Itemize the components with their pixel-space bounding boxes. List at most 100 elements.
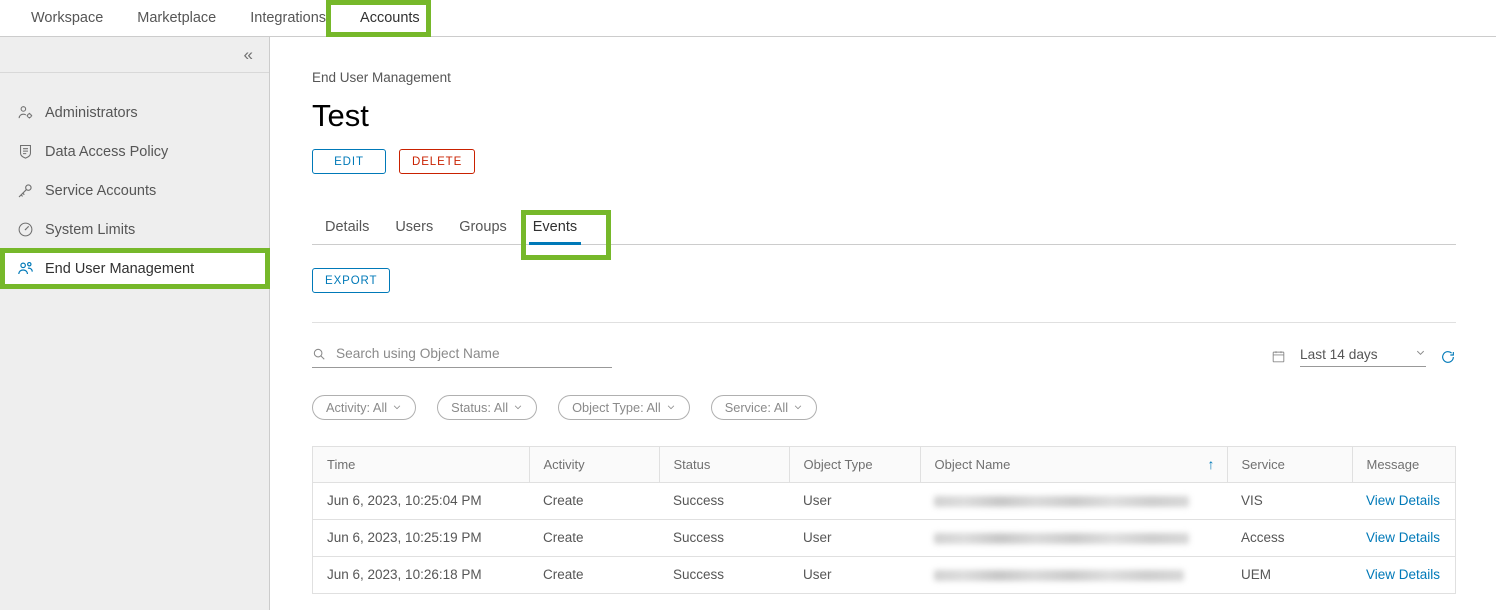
sidebar-item-service-accounts[interactable]: Service Accounts — [0, 171, 269, 210]
cell-activity: Create — [529, 556, 659, 594]
topnav-item-accounts[interactable]: Accounts — [343, 0, 437, 36]
column-label: Message — [1366, 456, 1420, 472]
cell-service: Access — [1227, 519, 1352, 557]
refresh-icon[interactable] — [1440, 349, 1456, 365]
chevron-down-icon — [1415, 347, 1426, 361]
view-details-link[interactable]: View Details — [1366, 530, 1440, 545]
table-row[interactable]: Jun 6, 2023, 10:25:04 PM Create Success … — [313, 482, 1455, 520]
cell-object-name-redacted — [920, 519, 1227, 557]
view-details-link[interactable]: View Details — [1366, 567, 1440, 582]
tab-details[interactable]: Details — [312, 219, 382, 244]
column-header-object-type[interactable]: Object Type — [788, 447, 920, 483]
tab-bar: Details Users Groups Events — [312, 210, 1456, 246]
topnav-item-integrations[interactable]: Integrations — [233, 0, 343, 36]
cell-status: Success — [659, 482, 789, 520]
page-action-buttons: EDIT DELETE — [312, 149, 1456, 175]
sort-ascending-icon[interactable]: ↑ — [1208, 456, 1215, 472]
cell-object-type: User — [789, 482, 920, 520]
cell-message: View Details — [1352, 519, 1455, 557]
gauge-icon — [14, 220, 36, 240]
sidebar-item-label: Service Accounts — [45, 182, 157, 199]
sidebar-item-end-user-management[interactable]: End User Management — [0, 249, 269, 288]
search-input[interactable] — [334, 345, 612, 363]
column-header-status[interactable]: Status — [658, 447, 789, 483]
sidebar-item-list: Administrators Data Access Policy Servic… — [0, 73, 269, 288]
search-box[interactable] — [312, 345, 612, 369]
table-row[interactable]: Jun 6, 2023, 10:25:19 PM Create Success … — [313, 519, 1455, 557]
filter-chip-service[interactable]: Service: All — [710, 395, 818, 421]
breadcrumb: End User Management — [312, 70, 451, 85]
column-header-object-name[interactable]: Object Name ↑ — [919, 447, 1227, 483]
filter-chip-activity[interactable]: Activity: All — [312, 395, 417, 421]
edit-button[interactable]: EDIT — [312, 149, 386, 175]
cell-time: Jun 6, 2023, 10:25:19 PM — [313, 519, 529, 557]
search-icon — [312, 347, 326, 361]
key-icon — [14, 181, 36, 201]
cell-message: View Details — [1352, 556, 1455, 594]
filter-chip-label: Status: All — [451, 400, 509, 416]
sidebar-item-label: Administrators — [45, 104, 138, 121]
column-header-activity[interactable]: Activity — [528, 447, 659, 483]
chevron-down-icon — [392, 400, 402, 415]
cell-activity: Create — [529, 482, 659, 520]
date-range-value: Last 14 days — [1300, 346, 1378, 362]
calendar-icon[interactable] — [1271, 349, 1286, 364]
filter-chip-object-type[interactable]: Object Type: All — [558, 395, 690, 421]
cell-status: Success — [659, 556, 789, 594]
column-label: Object Type — [803, 456, 873, 472]
sidebar-item-label: End User Management — [45, 260, 195, 277]
table-row[interactable]: Jun 6, 2023, 10:26:18 PM Create Success … — [313, 556, 1455, 594]
filter-chip-status[interactable]: Status: All — [437, 395, 538, 421]
cell-activity: Create — [529, 519, 659, 557]
column-header-message[interactable]: Message — [1351, 447, 1455, 483]
users-group-icon — [14, 259, 36, 279]
collapse-sidebar-icon[interactable]: « — [244, 46, 254, 63]
page-title: Test — [312, 98, 369, 133]
cell-service: VIS — [1227, 482, 1352, 520]
export-button[interactable]: EXPORT — [312, 268, 391, 294]
sidebar: « Administrators Data Access Policy Serv… — [0, 37, 270, 610]
date-range-control: Last 14 days — [1271, 347, 1456, 367]
cell-object-type: User — [789, 556, 920, 594]
cell-status: Success — [659, 519, 789, 557]
sidebar-item-label: Data Access Policy — [45, 143, 169, 160]
date-range-select[interactable]: Last 14 days — [1300, 347, 1426, 367]
events-table: Time Activity Status Object Type Object … — [312, 446, 1456, 594]
sidebar-item-data-access-policy[interactable]: Data Access Policy — [0, 132, 269, 171]
column-label: Object Name — [934, 456, 1011, 472]
user-gear-icon — [14, 103, 36, 123]
sidebar-item-administrators[interactable]: Administrators — [0, 93, 269, 132]
cell-time: Jun 6, 2023, 10:25:04 PM — [313, 482, 529, 520]
cell-object-name-redacted — [920, 482, 1227, 520]
sidebar-header: « — [0, 37, 269, 73]
cell-service: UEM — [1227, 556, 1352, 594]
shield-document-icon — [14, 142, 36, 162]
cell-message: View Details — [1352, 482, 1455, 520]
column-header-service[interactable]: Service — [1226, 447, 1352, 483]
top-navigation: Workspace Marketplace Integrations Accou… — [0, 0, 1496, 37]
cell-object-type: User — [789, 519, 920, 557]
chevron-down-icon — [513, 400, 523, 415]
chevron-down-icon — [666, 400, 676, 415]
tab-users[interactable]: Users — [382, 219, 446, 244]
filter-chip-label: Service: All — [724, 400, 789, 416]
delete-button[interactable]: DELETE — [399, 149, 476, 175]
view-details-link[interactable]: View Details — [1366, 493, 1440, 508]
sidebar-item-system-limits[interactable]: System Limits — [0, 210, 269, 249]
column-label: Status — [673, 456, 711, 472]
tab-events[interactable]: Events — [520, 219, 590, 246]
topnav-item-marketplace[interactable]: Marketplace — [120, 0, 233, 36]
filter-chip-label: Object Type: All — [572, 400, 661, 416]
column-header-time[interactable]: Time — [313, 447, 529, 483]
filter-chip-label: Activity: All — [326, 400, 388, 416]
cell-object-name-redacted — [920, 556, 1227, 594]
column-label: Service — [1241, 456, 1285, 472]
export-row: EXPORT — [312, 268, 1456, 294]
tab-groups[interactable]: Groups — [446, 219, 520, 244]
chevron-down-icon — [793, 400, 803, 415]
filter-chip-row: Activity: All Status: All Object Type: A… — [312, 395, 1456, 421]
topnav-item-workspace[interactable]: Workspace — [14, 0, 120, 36]
cell-time: Jun 6, 2023, 10:26:18 PM — [313, 556, 529, 594]
column-label: Time — [327, 456, 356, 472]
table-header-row: Time Activity Status Object Type Object … — [313, 447, 1455, 483]
